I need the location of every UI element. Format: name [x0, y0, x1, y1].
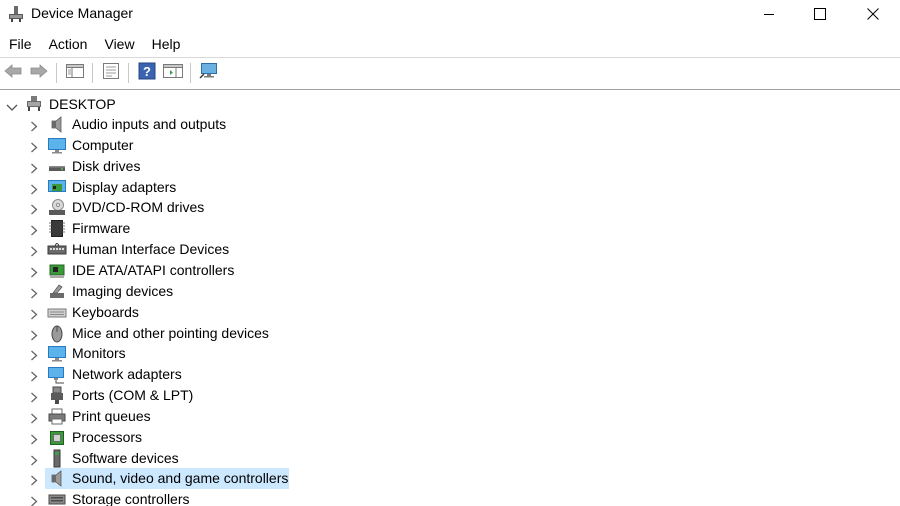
tree-category-label: Storage controllers — [72, 491, 190, 506]
toolbar-separator — [128, 63, 129, 83]
tree-category[interactable]: Ports (COM & LPT) — [0, 385, 600, 406]
scan-hardware-icon — [199, 62, 219, 85]
tree-category[interactable]: Network adapters — [0, 364, 600, 385]
tree-category[interactable]: Imaging devices — [0, 281, 600, 302]
port-icon — [47, 386, 67, 405]
tree-category-label: Software devices — [72, 449, 179, 466]
network-adapter-icon — [47, 365, 67, 384]
menu-action[interactable]: Action — [40, 32, 96, 56]
disk-drive-icon — [47, 157, 67, 176]
dvd-drive-icon — [47, 198, 67, 217]
tree-category-label: Mice and other pointing devices — [72, 324, 269, 341]
tree-category[interactable]: Keyboards — [0, 302, 600, 323]
hid-icon — [47, 240, 67, 259]
maximize-button[interactable] — [797, 0, 843, 28]
tree-category-label: Display adapters — [72, 178, 177, 195]
chevron-right-icon[interactable] — [30, 494, 38, 506]
mouse-icon — [47, 324, 67, 343]
ide-controller-icon — [47, 261, 67, 280]
device-manager-window: Device Manager File Action View Help ? D… — [0, 0, 900, 506]
back-button[interactable] — [2, 62, 24, 84]
tree-category-label: Sound, video and game controllers — [72, 470, 289, 487]
tree-category[interactable]: Human Interface Devices — [0, 239, 600, 260]
tree-category-label: IDE ATA/ATAPI controllers — [72, 261, 235, 278]
tree-category[interactable]: Monitors — [0, 343, 600, 364]
forward-button[interactable] — [28, 62, 50, 84]
storage-controller-icon — [47, 490, 67, 506]
tree-category-label: Print queues — [72, 407, 151, 424]
device-manager-app-icon — [8, 5, 24, 23]
tree-category-label: Audio inputs and outputs — [72, 116, 227, 132]
scan-hardware-button[interactable] — [198, 62, 220, 84]
tree-category[interactable]: Print queues — [0, 406, 600, 427]
tree-category[interactable]: Software devices — [0, 448, 600, 469]
tree-category[interactable]: Storage controllers — [0, 489, 600, 506]
tree-category-label: Human Interface Devices — [72, 241, 230, 258]
tree-category-label: DVD/CD-ROM drives — [72, 199, 205, 216]
tree-root-label: DESKTOP — [49, 96, 116, 112]
software-device-icon — [47, 449, 67, 468]
tree-category[interactable]: IDE ATA/ATAPI controllers — [0, 260, 600, 281]
tree-category[interactable]: DVD/CD-ROM drives — [0, 197, 600, 218]
tree-category-label: Keyboards — [72, 303, 139, 320]
toolbar: ? — [0, 57, 900, 87]
tree-category-label: Processors — [72, 428, 143, 445]
forward-arrow-icon — [29, 63, 49, 84]
device-tree: DESKTOP Audio inputs and outputs Computer… — [0, 89, 900, 506]
printer-icon — [47, 407, 67, 426]
window-title: Device Manager — [31, 5, 133, 21]
menu-bar: File Action View Help — [0, 32, 900, 56]
menu-help[interactable]: Help — [143, 32, 189, 56]
tree-category[interactable]: Audio inputs and outputs — [0, 114, 600, 135]
tree-category-label: Ports (COM & LPT) — [72, 387, 194, 404]
minimize-button[interactable] — [746, 0, 792, 28]
camera-icon — [47, 282, 67, 301]
action-pane-button[interactable] — [162, 62, 184, 84]
toolbar-separator — [190, 63, 191, 83]
help-button[interactable]: ? — [136, 62, 158, 84]
computer-icon — [47, 136, 67, 155]
tree-category[interactable]: Computer — [0, 135, 600, 156]
firmware-icon — [47, 219, 67, 238]
monitor-icon — [47, 344, 67, 363]
svg-text:?: ? — [143, 64, 151, 79]
help-icon: ? — [138, 62, 156, 85]
keyboard-icon — [47, 303, 67, 322]
tree-category[interactable]: Display adapters — [0, 177, 600, 198]
tree-category-label: Firmware — [72, 220, 131, 237]
speaker-icon — [47, 115, 67, 134]
tree-category-label: Disk drives — [72, 157, 141, 174]
tree-category-label: Monitors — [72, 345, 126, 362]
tree-category[interactable]: Disk drives — [0, 156, 600, 177]
tree-category[interactable]: Processors — [0, 427, 600, 448]
tree-category[interactable]: Mice and other pointing devices — [0, 323, 600, 344]
processor-icon — [47, 428, 67, 447]
speaker-icon — [47, 469, 67, 488]
properties-button[interactable] — [100, 62, 122, 84]
back-arrow-icon — [3, 63, 23, 84]
close-button[interactable] — [850, 0, 896, 28]
properties-icon — [102, 62, 120, 85]
tree-category-label: Imaging devices — [72, 282, 174, 299]
action-pane-icon — [163, 63, 183, 84]
tree-category[interactable]: Firmware — [0, 218, 600, 239]
tree-category-label: Network adapters — [72, 366, 182, 383]
menu-file[interactable]: File — [0, 32, 40, 56]
tree-category[interactable]: Sound, video and game controllers — [0, 468, 600, 490]
menu-view[interactable]: View — [95, 32, 142, 56]
tree-category-label: Computer — [72, 136, 134, 153]
show-hide-console-tree-icon — [66, 63, 84, 84]
title-bar[interactable]: Device Manager — [0, 0, 900, 28]
toolbar-separator — [92, 63, 93, 83]
toolbar-separator — [56, 63, 57, 83]
display-adapter-icon — [47, 178, 67, 197]
tree-root-desktop[interactable]: DESKTOP — [0, 94, 300, 114]
show-hide-console-tree-button[interactable] — [64, 62, 86, 84]
